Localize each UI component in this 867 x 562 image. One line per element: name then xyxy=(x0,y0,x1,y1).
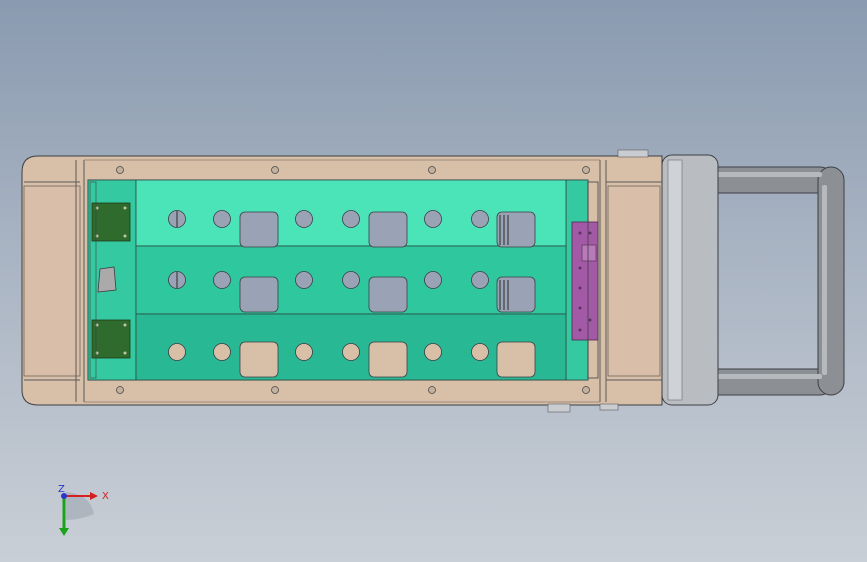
connector-block xyxy=(97,266,117,293)
cart-assembly-top-view xyxy=(21,149,845,413)
pcb-board-bottom xyxy=(91,319,131,359)
coordinate-triad: X Z xyxy=(40,478,120,548)
pcb-board-top xyxy=(91,202,131,242)
cad-viewport[interactable]: X Z xyxy=(0,0,867,562)
purple-bracket xyxy=(571,221,599,341)
left-end-block xyxy=(23,185,81,377)
right-end-block xyxy=(607,185,661,377)
x-axis-label: X xyxy=(102,491,109,502)
z-axis-label: Z xyxy=(58,484,65,495)
